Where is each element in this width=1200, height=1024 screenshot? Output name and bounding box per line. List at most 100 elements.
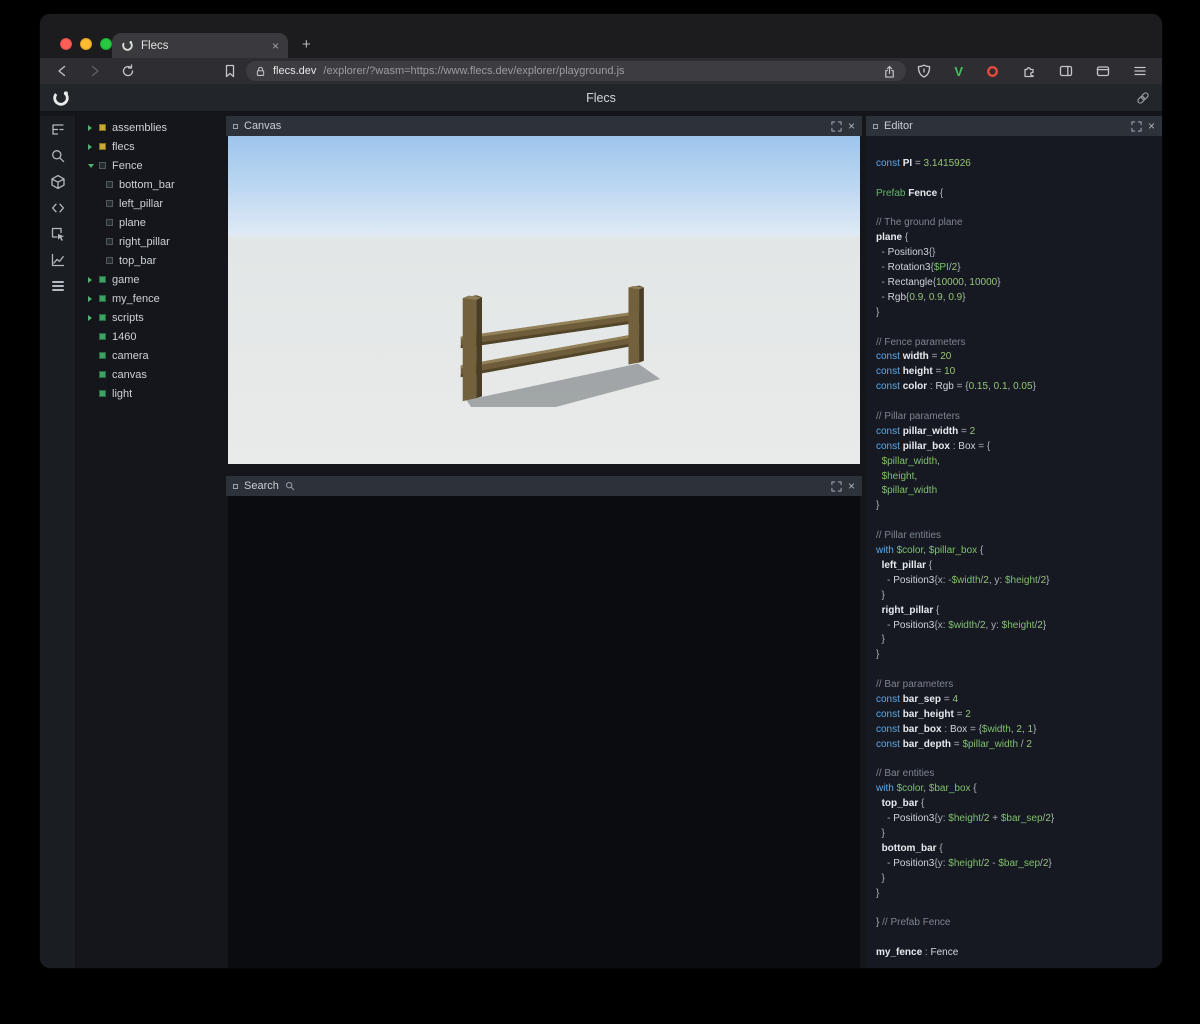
tree-item-bottom_bar[interactable]: bottom_bar (82, 175, 222, 194)
code-line: const bar_sep = 4 (876, 693, 1162, 708)
red-ring-extension-icon[interactable] (984, 63, 1000, 79)
share-icon[interactable] (881, 63, 897, 79)
expand-icon[interactable] (1131, 121, 1142, 132)
code-line: my_fence : Fence (876, 946, 1162, 961)
code-line: } (876, 306, 1162, 321)
code-line: // Pillar parameters (876, 410, 1162, 425)
editor-code[interactable]: const PI = 3.1415926 Prefab Fence { // T… (866, 136, 1162, 968)
tree-item-Fence[interactable]: Fence (82, 156, 222, 175)
menu-icon[interactable] (1132, 63, 1148, 79)
canvas-3d-viewport[interactable] (228, 136, 860, 464)
tree-item-label: left_pillar (119, 198, 163, 210)
zoom-window-button[interactable] (100, 38, 112, 50)
chevron-right-icon[interactable] (88, 270, 99, 289)
tree-item-flecs[interactable]: flecs (82, 137, 222, 156)
search-results-area[interactable] (228, 496, 860, 968)
code-line: } (876, 633, 1162, 648)
scene-cube-nav-icon[interactable] (50, 174, 66, 190)
entity-square-icon (106, 257, 113, 264)
new-tab-button[interactable]: + (302, 36, 311, 54)
close-window-button[interactable] (60, 38, 72, 50)
code-line: const bar_box : Box = {$width, 2, 1} (876, 723, 1162, 738)
editor-panel: Editor × const PI = 3.1415926 Prefab Fen… (866, 116, 1162, 968)
tree-item-label: plane (119, 217, 146, 229)
back-button[interactable] (54, 63, 70, 79)
entity-square-icon (99, 352, 106, 359)
chevron-right-icon[interactable] (88, 289, 99, 308)
tree-item-left_pillar[interactable]: left_pillar (82, 194, 222, 213)
code-line: const pillar_width = 2 (876, 425, 1162, 440)
queries-list-nav-icon[interactable] (50, 278, 66, 294)
statistics-chart-nav-icon[interactable] (50, 252, 66, 268)
chevron-right-icon[interactable] (88, 137, 99, 156)
code-line: - Position3{} (876, 246, 1162, 261)
extension-icons: V (954, 63, 1148, 79)
sidebar-toggle-icon[interactable] (1058, 63, 1074, 79)
tree-item-light[interactable]: light (82, 384, 222, 403)
code-line (876, 663, 1162, 678)
tree-item-1460[interactable]: 1460 (82, 327, 222, 346)
tree-item-canvas[interactable]: canvas (82, 365, 222, 384)
panel-toggle-icon[interactable] (873, 124, 878, 129)
code-line (876, 172, 1162, 187)
tab-close-icon[interactable]: × (272, 40, 279, 52)
tree-item-scripts[interactable]: scripts (82, 308, 222, 327)
tab-flecs[interactable]: Flecs × (112, 33, 288, 58)
forward-button[interactable] (87, 63, 103, 79)
tree-item-right_pillar[interactable]: right_pillar (82, 232, 222, 251)
tree-item-label: top_bar (119, 255, 156, 267)
script-code-nav-icon[interactable] (50, 200, 66, 216)
panel-toggle-icon[interactable] (233, 484, 238, 489)
entity-square-icon (99, 295, 106, 302)
tree-item-camera[interactable]: camera (82, 346, 222, 365)
wallet-icon[interactable] (1095, 63, 1111, 79)
code-line: - Position3{y: $height/2 - $bar_sep/2} (876, 857, 1162, 872)
arrow-spacer (88, 365, 99, 384)
browser-toolbar: flecs.dev/explorer/?wasm=https://www.fle… (40, 58, 1162, 84)
inspect-nav-icon[interactable] (50, 226, 66, 242)
search-panel-title: Search (244, 480, 279, 492)
chevron-right-icon[interactable] (88, 118, 99, 137)
close-icon[interactable]: × (1148, 120, 1155, 132)
entity-square-icon (99, 162, 106, 169)
tree-item-my_fence[interactable]: my_fence (82, 289, 222, 308)
app-header: Flecs (40, 84, 1162, 112)
code-line: const bar_height = 2 (876, 708, 1162, 723)
lock-icon (255, 66, 266, 77)
arrow-spacer (88, 327, 99, 346)
reload-button[interactable] (120, 63, 136, 79)
code-line: - Position3{x: $width/2, y: $height/2} (876, 619, 1162, 634)
flecs-logo-icon[interactable] (52, 89, 70, 112)
code-line: // Fence parameters (876, 336, 1162, 351)
code-line (876, 395, 1162, 410)
code-line: - Position3{x: -$width/2, y: $height/2} (876, 574, 1162, 589)
chevron-down-icon[interactable] (88, 156, 99, 175)
minimize-window-button[interactable] (80, 38, 92, 50)
code-line: with $color, $bar_box { (876, 782, 1162, 797)
bookmark-icon[interactable] (222, 63, 238, 79)
expand-icon[interactable] (831, 481, 842, 492)
entity-square-icon (106, 219, 113, 226)
close-icon[interactable]: × (848, 120, 855, 132)
brave-shield-icon[interactable] (916, 63, 932, 79)
url-path: /explorer/?wasm=https://www.flecs.dev/ex… (323, 65, 624, 77)
entity-tree-nav-icon[interactable] (50, 122, 66, 138)
app-content: assembliesflecsFencebottom_bar left_pilla… (40, 112, 1162, 968)
tree-item-top_bar[interactable]: top_bar (82, 251, 222, 270)
chevron-right-icon[interactable] (88, 308, 99, 327)
tree-item-label: canvas (112, 369, 147, 381)
panel-toggle-icon[interactable] (233, 124, 238, 129)
v-extension-icon[interactable]: V (954, 64, 963, 79)
code-line (876, 931, 1162, 946)
search-nav-icon[interactable] (50, 148, 66, 164)
code-line: const PI = 3.1415926 (876, 157, 1162, 172)
extensions-puzzle-icon[interactable] (1021, 63, 1037, 79)
address-bar[interactable]: flecs.dev/explorer/?wasm=https://www.fle… (246, 61, 906, 81)
permalink-icon[interactable] (1136, 91, 1150, 110)
tree-item-game[interactable]: game (82, 270, 222, 289)
tree-item-plane[interactable]: plane (82, 213, 222, 232)
tree-item-assemblies[interactable]: assemblies (82, 118, 222, 137)
close-icon[interactable]: × (848, 480, 855, 492)
expand-icon[interactable] (831, 121, 842, 132)
editor-panel-header: Editor × (866, 116, 1162, 136)
